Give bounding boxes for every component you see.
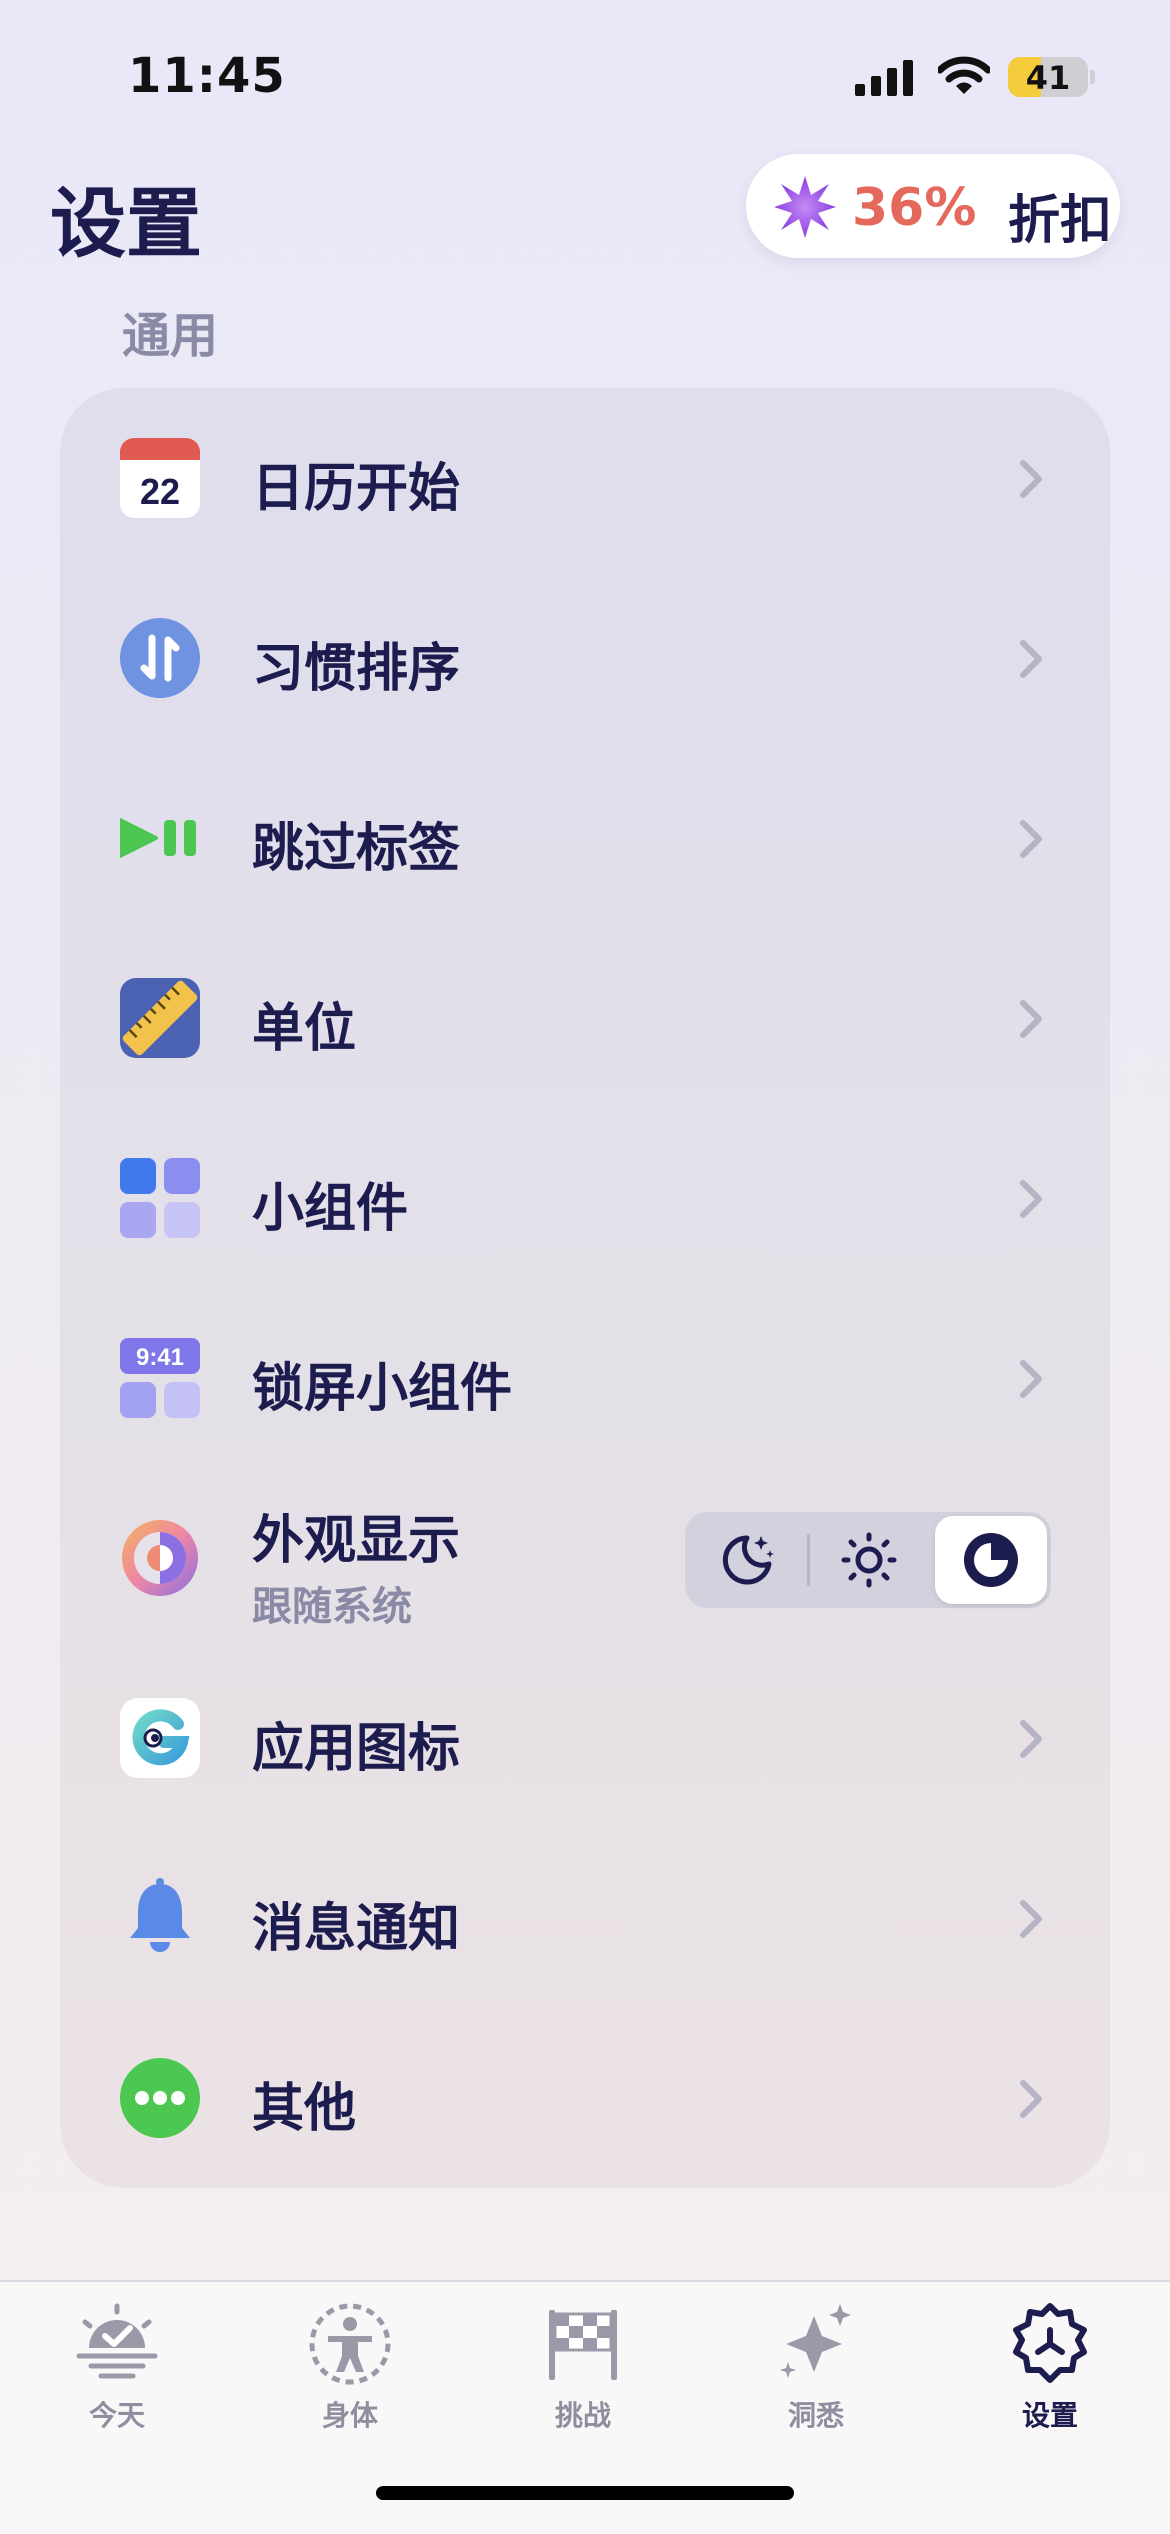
accessibility-figure-icon <box>309 2303 391 2385</box>
settings-row-label: 应用图标 <box>252 1719 461 1779</box>
moon-stars-icon <box>722 1535 774 1585</box>
discount-button[interactable]: 36% 折扣 <box>746 154 1120 258</box>
cellular-signal-icon <box>855 60 913 96</box>
calendar-icon-number: 22 <box>140 471 180 512</box>
sparkle-badge-icon <box>774 176 836 238</box>
appearance-segmented-control <box>685 1512 1051 1608</box>
chevron-right-icon <box>1020 1000 1042 1038</box>
play-pause-icon <box>120 818 196 858</box>
calendar-icon: 22 <box>120 438 200 518</box>
tab-label: 设置 <box>1021 2399 1078 2432</box>
settings-row-label: 单位 <box>252 999 357 1059</box>
home-indicator[interactable] <box>376 2486 794 2500</box>
tab-label: 今天 <box>88 2399 145 2432</box>
chevron-right-icon <box>1020 1180 1042 1218</box>
lock-icon-time: 9:41 <box>136 1344 184 1371</box>
settings-row-widgets[interactable]: 小组件 <box>60 1108 1110 1288</box>
sort-arrows-icon <box>120 618 200 698</box>
settings-row-label: 其他 <box>252 2079 357 2139</box>
settings-row-notifications[interactable]: 消息通知 <box>60 1828 1110 2008</box>
settings-row-label: 小组件 <box>252 1179 409 1239</box>
tab-body[interactable]: 身体 <box>270 2302 430 2442</box>
battery-percentage: 41 <box>1025 59 1071 97</box>
appearance-option-system[interactable] <box>935 1516 1047 1604</box>
sparkles-icon <box>780 2304 851 2378</box>
lock-screen-widgets-icon: 9:41 <box>120 1338 200 1418</box>
chevron-right-icon <box>1020 2080 1042 2118</box>
tab-insights[interactable]: 洞悉 <box>736 2302 896 2442</box>
checkered-flag-icon <box>549 2310 617 2380</box>
chevron-right-icon <box>1020 1720 1042 1758</box>
appearance-option-dark[interactable] <box>691 1516 803 1604</box>
appearance-icon <box>122 1520 198 1596</box>
wifi-icon <box>938 56 990 94</box>
chevron-right-icon <box>1020 460 1042 498</box>
tab-challenge[interactable]: 挑战 <box>503 2302 663 2442</box>
settings-row-label: 锁屏小组件 <box>252 1359 513 1419</box>
discount-percentage: 36% <box>852 178 977 238</box>
settings-row-label: 外观显示 <box>252 1511 461 1571</box>
tab-label: 挑战 <box>554 2399 611 2432</box>
status-bar: 11:45 41 <box>0 0 1170 150</box>
section-title-general: 通用 <box>122 308 219 364</box>
ruler-icon <box>120 978 200 1058</box>
chevron-right-icon <box>1020 640 1042 678</box>
settings-row-label: 跳过标签 <box>252 819 461 879</box>
settings-row-lock-screen-widgets[interactable]: 9:41 锁屏小组件 <box>60 1288 1110 1468</box>
sunrise-check-icon <box>76 2303 158 2379</box>
status-time: 11:45 <box>128 48 286 104</box>
appearance-current-value: 跟随系统 <box>252 1584 412 1630</box>
discount-label: 折扣 <box>1008 191 1113 251</box>
segment-divider <box>807 1534 810 1586</box>
widgets-grid-icon <box>120 1158 200 1238</box>
bell-icon <box>130 1878 190 1952</box>
settings-card: 22 日历开始 习惯排序 跳过标签 单位 小组件 9:41 锁屏小组件 外观显示… <box>60 388 1110 2188</box>
settings-row-skip-label[interactable]: 跳过标签 <box>60 748 1110 928</box>
settings-row-appearance: 外观显示 跟随系统 <box>60 1468 1110 1648</box>
tab-today[interactable]: 今天 <box>37 2302 197 2442</box>
appearance-option-light[interactable] <box>813 1516 925 1604</box>
battery-icon: 41 <box>1008 57 1088 97</box>
app-icon-preview-icon <box>120 1698 200 1778</box>
chevron-right-icon <box>1020 1900 1042 1938</box>
settings-row-calendar-start[interactable]: 22 日历开始 <box>60 388 1110 568</box>
settings-row-units[interactable]: 单位 <box>60 928 1110 1108</box>
settings-row-habit-order[interactable]: 习惯排序 <box>60 568 1110 748</box>
settings-row-other[interactable]: 其他 <box>60 2008 1110 2188</box>
tab-settings[interactable]: 设置 <box>970 2302 1130 2442</box>
settings-row-label: 习惯排序 <box>252 639 461 699</box>
page-title: 设置 <box>50 179 202 268</box>
tab-label: 身体 <box>321 2399 378 2432</box>
gear-icon <box>1013 2303 1087 2383</box>
settings-row-label: 日历开始 <box>252 459 461 519</box>
more-dots-icon <box>120 2058 200 2138</box>
sun-icon <box>841 1532 897 1588</box>
system-theme-icon <box>964 1533 1018 1587</box>
battery-tip <box>1090 70 1095 84</box>
tab-label: 洞悉 <box>787 2399 844 2432</box>
settings-row-label: 消息通知 <box>252 1899 461 1959</box>
chevron-right-icon <box>1020 1360 1042 1398</box>
settings-row-app-icon[interactable]: 应用图标 <box>60 1648 1110 1828</box>
chevron-right-icon <box>1020 820 1042 858</box>
